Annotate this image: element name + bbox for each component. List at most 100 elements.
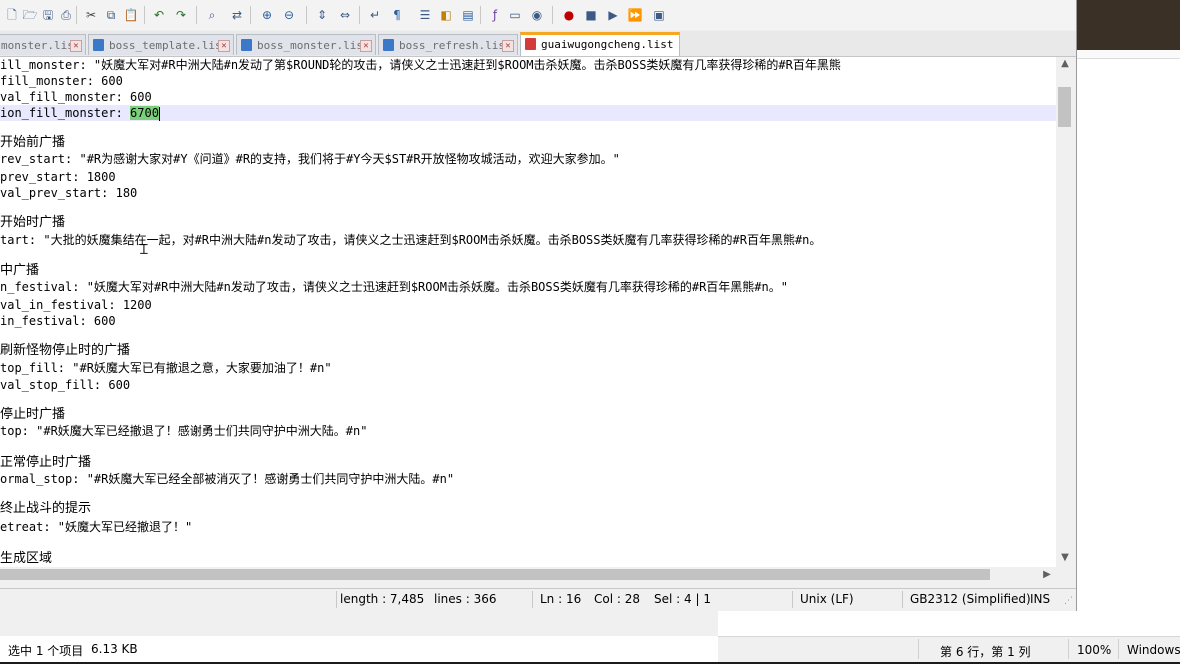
explorer-selected-size: 6.13 KB <box>91 642 138 656</box>
scroll-right-icon[interactable]: ▶ <box>1040 567 1054 583</box>
status-divider <box>1068 639 1069 659</box>
horizontal-scrollbar[interactable]: ▶ <box>0 567 1056 583</box>
play-macro-icon[interactable]: ▶ <box>604 6 622 24</box>
vertical-scrollbar[interactable]: ▲ ▼ <box>1056 57 1074 567</box>
status-encoding[interactable]: GB2312 (Simplified) <box>910 592 1031 606</box>
tab-label: guaiwugongcheng.list <box>541 38 674 51</box>
show-all-chars-icon[interactable]: ¶ <box>388 6 406 24</box>
editor-line: top_fill: "#R妖魔大军已有撤退之意，大家要加油了！#n" <box>0 361 332 375</box>
close-icon[interactable]: ✕ <box>218 40 230 52</box>
folder-workspace-icon[interactable]: ▭ <box>506 6 524 24</box>
status-sel: Sel : 4 | 1 <box>654 592 711 606</box>
background-window-titlebar <box>1076 0 1180 50</box>
close-icon[interactable]: ✕ <box>502 40 514 52</box>
tab-boss-refresh-list[interactable]: boss_refresh.list ✕ <box>378 34 518 55</box>
sync-vertical-icon[interactable]: ⇕ <box>313 6 331 24</box>
editor-line: 开始时广播 <box>0 215 66 230</box>
editor-line: ion_fill_monster: 6700 <box>0 106 160 121</box>
toolbar-separator <box>480 6 481 24</box>
editor-line: val_fill_monster: 600 <box>0 90 152 104</box>
tab-guaiwugongcheng-list[interactable]: guaiwugongcheng.list <box>520 32 680 56</box>
editor-line: rev_start: "#R为感谢大家对#Y《问道》#R的支持，我们将于#Y今天… <box>0 152 620 166</box>
toolbar-separator <box>144 6 145 24</box>
record-macro-icon[interactable]: ● <box>560 6 578 24</box>
tab-label: boss_monster.list <box>257 39 370 52</box>
tab-boss-template-list[interactable]: boss_template.list ✕ <box>88 34 234 55</box>
close-icon[interactable]: ✕ <box>360 40 372 52</box>
vertical-scroll-thumb[interactable] <box>1058 87 1071 127</box>
open-file-icon[interactable]: 🗁 <box>21 6 39 24</box>
sync-horizontal-icon[interactable]: ⇔ <box>336 6 354 24</box>
editor-line: n_festival: "妖魔大军对#R中洲大陆#n发动了攻击，请侠义之士迅速赶… <box>0 280 788 294</box>
toolbar-separator <box>359 6 360 24</box>
editor-line: 正常停止时广播 <box>0 455 92 470</box>
redo-icon[interactable]: ↷ <box>172 6 190 24</box>
background-window <box>1076 0 1180 664</box>
stop-macro-icon[interactable]: ■ <box>582 6 600 24</box>
editor-line: 刷新怪物停止时的广播 <box>0 343 131 358</box>
paste-icon[interactable]: 📋 <box>122 6 140 24</box>
user-lang-icon[interactable]: ◧ <box>437 6 455 24</box>
toolbar-separator <box>552 6 553 24</box>
tab-boss-monster-list[interactable]: boss_monster.list ✕ <box>236 34 376 55</box>
status-insert-mode: INS <box>1030 592 1051 606</box>
tab-monster-list[interactable]: monster.list ✕ <box>0 34 86 55</box>
resize-grip-icon[interactable]: ⋰ <box>1064 596 1073 606</box>
background-notepad-area <box>718 610 1180 636</box>
notepad-zoom: 100% <box>1077 643 1112 657</box>
editor-line: val_stop_fill: 600 <box>0 378 131 392</box>
zoom-out-icon[interactable]: ⊖ <box>280 6 298 24</box>
status-divider <box>532 591 533 608</box>
toolbar-separator <box>306 6 307 24</box>
close-icon[interactable]: ✕ <box>70 40 82 52</box>
toolbar-separator <box>76 6 77 24</box>
toolbar-separator <box>196 6 197 24</box>
editor-line: val_in_festival: 1200 <box>0 298 152 312</box>
status-divider <box>792 591 793 608</box>
indent-guide-icon[interactable]: ☰ <box>416 6 434 24</box>
doc-map-icon[interactable]: ▤ <box>459 6 477 24</box>
word-wrap-icon[interactable]: ↵ <box>366 6 384 24</box>
save-macro-icon[interactable]: ▣ <box>650 6 668 24</box>
status-bar: length : 7,485 lines : 366 Ln : 16 Col :… <box>0 588 1076 611</box>
editor-line: ormal_stop: "#R妖魔大军已经全部被消灭了！感谢勇士们共同守护中洲大… <box>0 472 455 486</box>
editor-line: tart: "大批的妖魔集结在一起，对#R中洲大陆#n发动了攻击，请侠义之士迅速… <box>0 233 822 247</box>
monitor-icon[interactable]: ◉ <box>528 6 546 24</box>
print-icon[interactable]: ⎙ <box>57 6 75 24</box>
status-divider <box>902 591 903 608</box>
editor-line: top: "#R妖魔大军已经撤退了！感谢勇士们共同守护中洲大陆。#n" <box>0 424 368 438</box>
editor-line: etreat: "妖魔大军已经撤退了！" <box>0 520 193 534</box>
cut-icon[interactable]: ✂ <box>82 6 100 24</box>
explorer-selected-count: 选中 1 个项目 <box>8 644 84 658</box>
file-icon <box>525 38 536 50</box>
file-icon <box>383 39 394 51</box>
explorer-status-bar: 选中 1 个项目 6.13 KB <box>0 636 720 662</box>
replace-icon[interactable]: ⇄ <box>228 6 246 24</box>
editor-line: 开始前广播 <box>0 135 66 150</box>
editor[interactable]: Ɪ ill_monster: "妖魔大军对#R中洲大陆#n发动了第$ROUND轮… <box>0 57 1056 567</box>
editor-line: in_festival: 600 <box>0 314 116 328</box>
status-lines: lines : 366 <box>434 592 497 606</box>
editor-line: 生成区域 <box>0 551 53 566</box>
function-list-icon[interactable]: ƒ <box>486 6 504 24</box>
tab-label: boss_refresh.list <box>399 39 512 52</box>
toolbar: 🗋 🗁 🖫 ⎙ ✂ ⧉ 📋 ↶ ↷ ⌕ ⇄ ⊕ ⊖ ⇕ ⇔ ↵ ¶ ☰ ◧ ▤ ƒ ▭ ◉ ● ■ ▶ ⏩ ▣ <box>0 0 1076 30</box>
scroll-up-icon[interactable]: ▲ <box>1056 57 1074 71</box>
horizontal-scroll-thumb[interactable] <box>0 569 990 580</box>
zoom-in-icon[interactable]: ⊕ <box>258 6 276 24</box>
new-file-icon[interactable]: 🗋 <box>3 6 21 24</box>
copy-icon[interactable]: ⧉ <box>102 6 120 24</box>
undo-icon[interactable]: ↶ <box>150 6 168 24</box>
status-eol[interactable]: Unix (LF) <box>800 592 854 606</box>
editor-line: prev_start: 1800 <box>0 170 116 184</box>
file-icon <box>93 39 104 51</box>
tab-label: monster.list <box>1 39 81 52</box>
save-icon[interactable]: 🖫 <box>39 6 57 24</box>
scroll-down-icon[interactable]: ▼ <box>1056 551 1074 565</box>
editor-line: 终止战斗的提示 <box>0 501 92 516</box>
tab-bar: monster.list ✕ boss_template.list ✕ boss… <box>0 31 1076 57</box>
find-icon[interactable]: ⌕ <box>203 6 221 24</box>
tab-label: boss_template.list <box>109 39 229 52</box>
editor-line: val_prev_start: 180 <box>0 186 138 200</box>
run-macro-multiple-icon[interactable]: ⏩ <box>626 6 644 24</box>
